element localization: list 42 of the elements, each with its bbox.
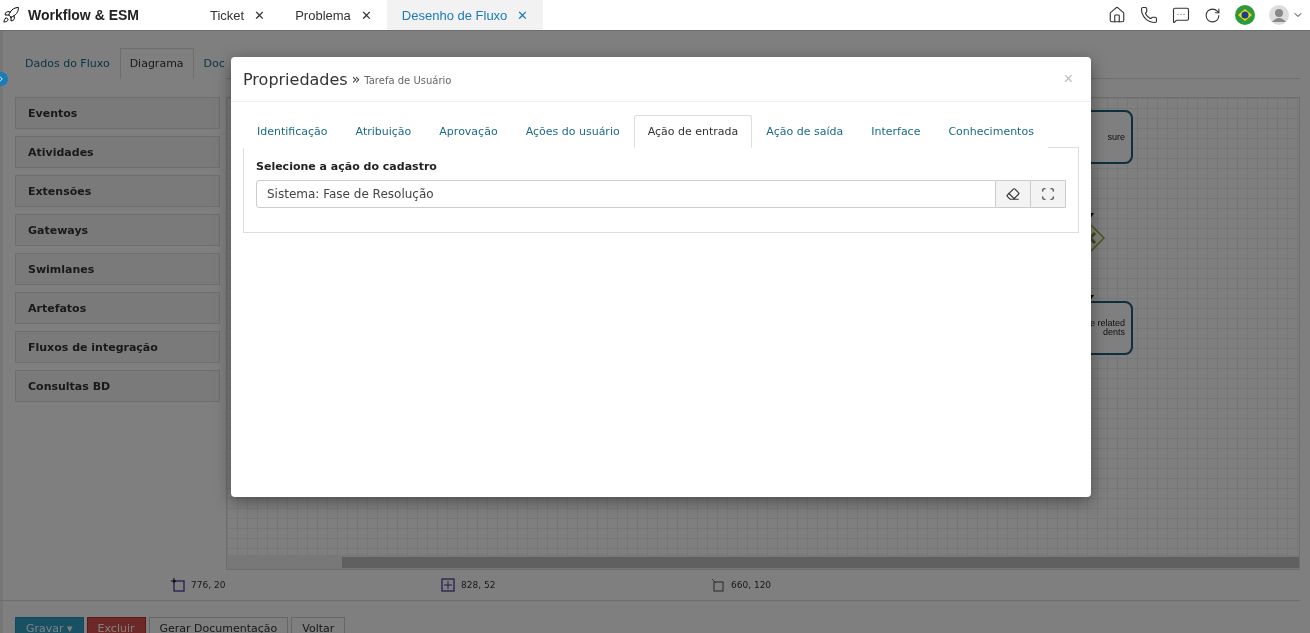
action-field[interactable]: Sistema: Fase de Resolução [256, 180, 996, 208]
action-button[interactable]: Voltar [291, 617, 346, 633]
page-tab[interactable]: Diagrama [119, 48, 194, 79]
rocket-icon [2, 6, 20, 24]
palette-item[interactable]: Fluxos de integração [15, 331, 220, 363]
dialog-subtitle: Tarefa de Usuário [364, 75, 452, 86]
eraser-icon [1006, 187, 1020, 201]
chat-icon[interactable] [1172, 6, 1190, 24]
action-button[interactable]: Excluir [86, 617, 146, 633]
palette-item[interactable]: Extensões [15, 175, 220, 207]
position-icon [171, 578, 185, 592]
coordinate-text: 776, 20 [191, 580, 226, 590]
close-icon[interactable]: ✕ [360, 7, 372, 23]
palette-item[interactable]: Swimlanes [15, 253, 220, 285]
close-icon[interactable]: ✕ [517, 7, 529, 23]
palette-item[interactable]: Eventos [15, 97, 220, 129]
palette-item[interactable]: Gateways [15, 214, 220, 246]
select-button[interactable] [1031, 180, 1066, 208]
action-button[interactable]: Gerar Documentação [148, 617, 289, 633]
field-label: Selecione a ação do cadastro [256, 160, 438, 173]
home-icon[interactable] [1108, 6, 1126, 24]
clear-button[interactable] [996, 180, 1031, 208]
resize-icon [711, 578, 725, 592]
horizontal-scrollbar[interactable] [227, 555, 1299, 569]
action-button[interactable]: Gravar ▾ [15, 617, 84, 633]
size-icon [441, 578, 455, 592]
flag-icon[interactable] [1235, 5, 1255, 25]
palette-item[interactable]: Atividades [15, 136, 220, 168]
dialog-title: Propriedades [243, 69, 348, 89]
app-tab[interactable]: Desenho de Fluxo ✕ [386, 0, 544, 30]
palette-item[interactable]: Artefatos [15, 292, 220, 324]
phone-icon[interactable] [1140, 6, 1158, 24]
coordinate-text: 660, 120 [731, 580, 772, 590]
breadcrumb-separator: » [351, 71, 361, 87]
avatar-icon[interactable] [1269, 5, 1289, 25]
palette-item[interactable]: Consultas BD [15, 370, 220, 402]
dialog-tab[interactable]: Ação de entrada [633, 115, 753, 148]
app-title: Workflow & ESM [28, 7, 139, 23]
coordinate-text: 828, 52 [461, 580, 496, 590]
refresh-icon[interactable] [1204, 6, 1221, 24]
select-icon [1041, 187, 1055, 201]
close-icon[interactable]: ✕ [254, 7, 266, 23]
